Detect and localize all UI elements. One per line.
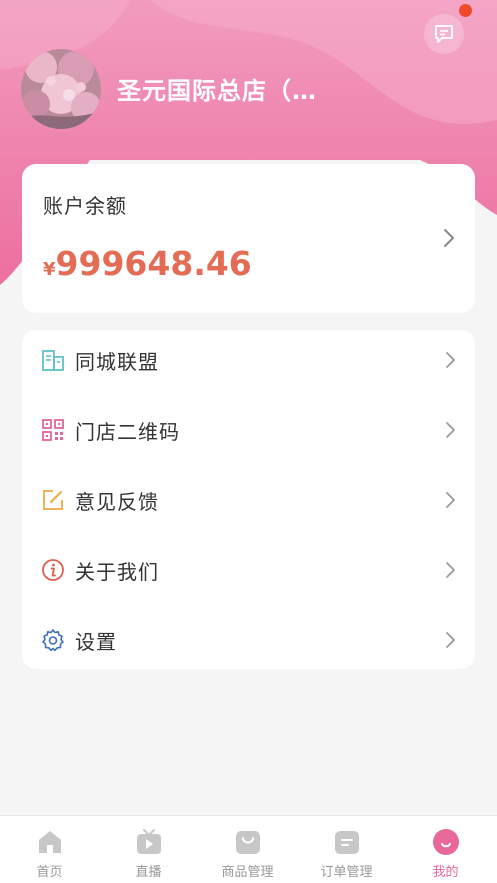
tab-product-management[interactable]: 商品管理 [198,816,297,883]
balance-card[interactable]: 账户余额 ¥999648.46 [22,164,475,313]
menu-item-label: 关于我们 [75,559,159,584]
profile-screen: 圣元国际总店（… 账户余额 ¥999648.46 同城联盟 门店二维码 意见反馈… [0,0,497,883]
chevron-right-icon [446,492,455,508]
tab-mine[interactable]: 我的 [396,816,495,883]
unread-badge [459,4,472,17]
tab-label: 商品管理 [221,865,274,880]
tab-live[interactable]: 直播 [99,816,198,883]
order-icon [334,831,359,854]
tab-label: 我的 [432,865,459,880]
home-icon [38,831,61,853]
qr-code-icon [41,418,65,442]
currency-symbol: ¥ [43,259,56,280]
menu-item-label: 设置 [75,629,117,654]
tab-home[interactable]: 首页 [0,816,99,883]
message-icon [435,25,453,43]
menu-item-feedback[interactable]: 意见反馈 [22,467,475,533]
chevron-right-icon [446,562,455,578]
tab-label: 订单管理 [320,865,373,880]
message-button[interactable] [424,14,464,54]
chevron-right-icon [446,422,455,438]
menu-item-label: 同城联盟 [75,349,159,374]
menu-item-label: 意见反馈 [75,489,159,514]
tab-label: 首页 [36,865,63,880]
amount-integer: 999648 [55,244,194,283]
menu-item-label: 门店二维码 [75,419,180,444]
menu-item-about-us[interactable]: 关于我们 [22,537,475,603]
cherry-blossom-image [21,49,101,129]
store-name: 圣元国际总店（… [117,77,317,105]
building-icon [41,348,65,372]
amount-decimal: .46 [193,244,252,283]
gear-icon [41,628,65,652]
menu-item-settings[interactable]: 设置 [22,607,475,673]
chevron-right-icon [446,632,455,648]
menu-item-store-qr[interactable]: 门店二维码 [22,397,475,463]
tab-order-management[interactable]: 订单管理 [297,816,396,883]
chevron-right-icon [446,352,455,368]
info-icon [41,558,65,582]
avatar[interactable] [21,49,101,129]
bottom-tab-bar: 首页 直播 商品管理 订单管理 我的 [0,815,497,883]
profile-icon [432,829,459,855]
tab-label: 直播 [135,865,162,880]
shopping-bag-icon [235,831,260,854]
balance-title: 账户余额 [43,194,127,218]
balance-amount: ¥999648.46 [43,244,252,283]
edit-icon [41,488,65,512]
tv-icon [136,829,161,854]
menu-card: 同城联盟 门店二维码 意见反馈 关于我们 设置 [22,330,475,669]
menu-item-city-alliance[interactable]: 同城联盟 [22,327,475,393]
chevron-right-icon [444,229,454,247]
